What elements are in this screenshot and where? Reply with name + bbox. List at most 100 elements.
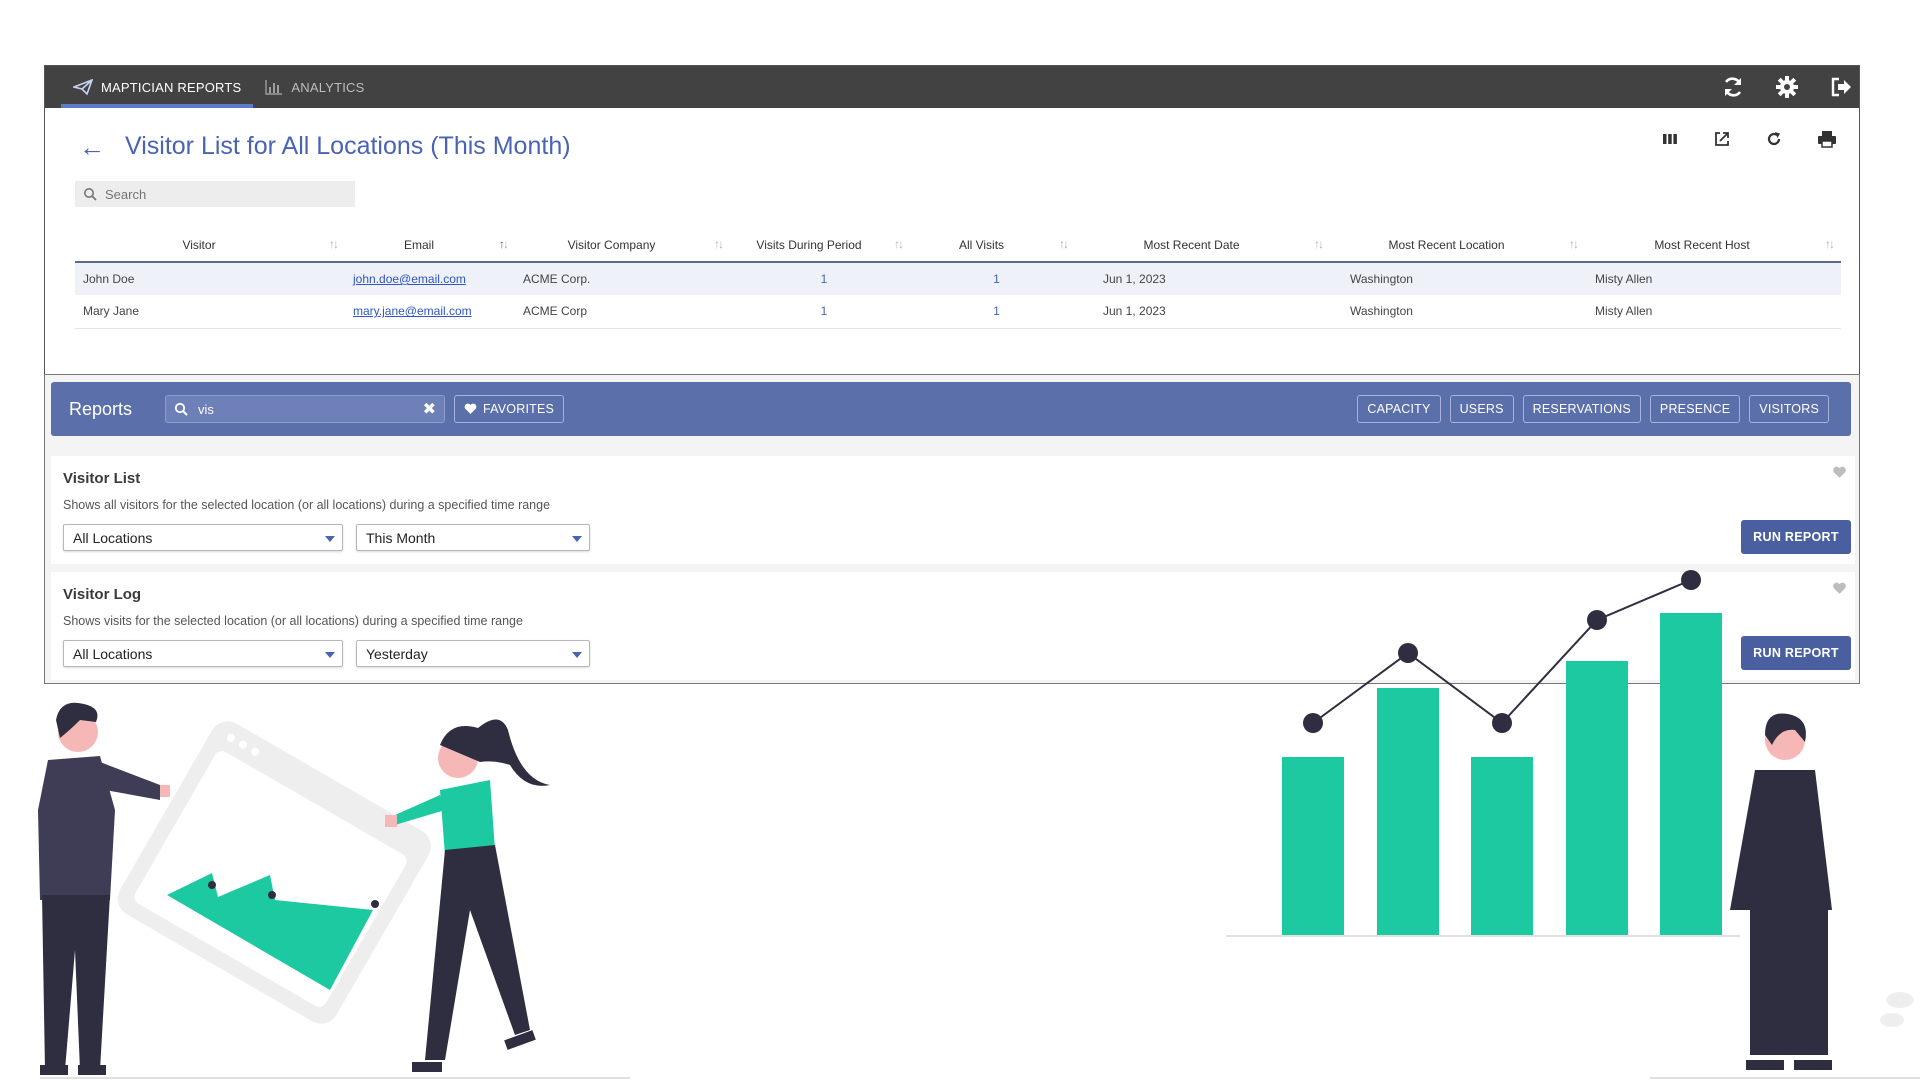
export-icon[interactable] <box>1713 130 1731 148</box>
column-header-recent-date[interactable]: Most Recent Date ↑↓ <box>1075 228 1330 263</box>
favorites-button[interactable]: FAVORITES <box>454 395 565 423</box>
tab-analytics[interactable]: ANALYTICS <box>253 66 376 108</box>
reports-header-bar: Reports ✖ FAVORITES CAPACITY USERS RESER… <box>51 382 1851 436</box>
reload-icon[interactable] <box>1765 130 1783 148</box>
table-header-row: Visitor ↑↓ Email ↑↓ Visitor Company ↑↓ Visi… <box>75 228 1841 263</box>
search-icon <box>84 188 97 201</box>
column-label: All Visits <box>958 237 1005 252</box>
location-select[interactable]: All Locations <box>63 640 343 667</box>
sort-icon[interactable]: ↑↓ <box>1314 237 1324 251</box>
favorite-heart-icon[interactable] <box>1832 582 1847 595</box>
gear-icon[interactable] <box>1775 75 1799 99</box>
column-header-recent-host[interactable]: Most Recent Host ↑↓ <box>1585 228 1841 263</box>
page-title: Visitor List for All Locations (This Mon… <box>125 132 571 160</box>
report-name: Visitor Log <box>63 586 142 603</box>
cell-recent-date: Jun 1, 2023 <box>1075 295 1330 329</box>
report-filter[interactable]: ✖ <box>165 395 445 423</box>
refresh-icon[interactable] <box>1721 75 1745 99</box>
location-select[interactable]: All Locations <box>63 524 343 551</box>
report-card-visitor-log: Visitor Log Shows visits for the selecte… <box>51 572 1855 680</box>
sign-out-icon[interactable] <box>1829 75 1853 99</box>
caret-down-icon <box>325 536 335 542</box>
cell-recent-location: Washington <box>1330 262 1585 295</box>
column-label: Most Recent Date <box>1143 237 1240 252</box>
back-arrow-icon[interactable]: ← <box>79 134 119 160</box>
cell-recent-location: Washington <box>1330 295 1585 329</box>
column-label: Most Recent Location <box>1388 237 1505 252</box>
column-header-recent-location[interactable]: Most Recent Location ↑↓ <box>1330 228 1585 263</box>
people-with-chart-illustration <box>38 702 630 1079</box>
email-link[interactable]: john.doe@email.com <box>353 272 466 286</box>
category-capacity-button[interactable]: CAPACITY <box>1357 395 1441 423</box>
cell-all-visits: 1 <box>910 295 1075 329</box>
table-row[interactable]: Mary Jane mary.jane@email.com ACME Corp … <box>75 295 1841 329</box>
cell-visits-period: 1 <box>730 262 910 295</box>
favorites-label: FAVORITES <box>483 402 555 416</box>
column-label: Email <box>403 237 434 252</box>
run-report-button[interactable]: RUN REPORT <box>1741 636 1851 670</box>
time-range-value: This Month <box>366 529 436 546</box>
columns-icon[interactable] <box>1661 131 1679 147</box>
category-buttons: CAPACITY USERS RESERVATIONS PRESENCE VIS… <box>1357 395 1851 423</box>
sort-icon[interactable]: ↑↓ <box>1059 237 1069 251</box>
paper-plane-icon <box>73 79 93 95</box>
column-header-visits-period[interactable]: Visits During Period ↑↓ <box>730 228 910 263</box>
caret-down-icon <box>572 652 582 658</box>
nav-actions <box>1721 66 1859 108</box>
report-description: Shows visits for the selected location (… <box>63 614 523 628</box>
cell-company: ACME Corp <box>515 295 730 329</box>
tab-label: MAPTICIAN REPORTS <box>101 79 242 95</box>
time-range-value: Yesterday <box>366 645 428 662</box>
time-range-select[interactable]: This Month <box>356 524 590 551</box>
column-header-visitor[interactable]: Visitor ↑↓ <box>75 228 345 263</box>
column-header-company[interactable]: Visitor Company ↑↓ <box>515 228 730 263</box>
caret-down-icon <box>325 652 335 658</box>
location-value: All Locations <box>73 529 153 546</box>
column-label: Visitor <box>182 237 216 252</box>
clear-icon[interactable]: ✖ <box>423 399 436 419</box>
top-navigation: MAPTICIAN REPORTS ANALYTICS <box>45 66 1859 108</box>
column-header-all-visits[interactable]: All Visits ↑↓ <box>910 228 1075 263</box>
search-icon <box>174 402 188 416</box>
reports-panel: Reports ✖ FAVORITES CAPACITY USERS RESER… <box>44 374 1860 684</box>
sort-icon[interactable]: ↑↓ <box>1825 237 1835 251</box>
sort-icon[interactable]: ↑↓ <box>1569 237 1579 251</box>
column-label: Most Recent Host <box>1654 237 1750 252</box>
cell-visitor: Mary Jane <box>75 295 345 329</box>
column-header-email[interactable]: Email ↑↓ <box>345 228 515 263</box>
email-link[interactable]: mary.jane@email.com <box>353 304 472 318</box>
report-filter-input[interactable] <box>198 401 413 417</box>
category-presence-button[interactable]: PRESENCE <box>1649 395 1741 423</box>
run-report-button[interactable]: RUN REPORT <box>1741 520 1851 554</box>
sort-icon[interactable]: ↑↓ <box>714 237 724 251</box>
cell-visitor: John Doe <box>75 262 345 295</box>
category-users-button[interactable]: USERS <box>1449 395 1514 423</box>
sort-icon[interactable]: ↑↓ <box>329 237 339 251</box>
tab-maptician-reports[interactable]: MAPTICIAN REPORTS <box>61 66 254 108</box>
cell-visits-period: 1 <box>730 295 910 329</box>
table-row[interactable]: John Doe john.doe@email.com ACME Corp. 1… <box>75 262 1841 295</box>
category-reservations-button[interactable]: RESERVATIONS <box>1522 395 1641 423</box>
visitor-list-window: MAPTICIAN REPORTS ANALYTICS ← Visitor Li… <box>44 65 1860 375</box>
search-input[interactable] <box>105 186 345 202</box>
tab-label: ANALYTICS <box>291 79 365 95</box>
print-icon[interactable] <box>1817 130 1837 148</box>
favorite-heart-icon[interactable] <box>1832 466 1847 479</box>
time-range-select[interactable]: Yesterday <box>356 640 590 667</box>
table-search[interactable] <box>75 181 355 207</box>
cell-company: ACME Corp. <box>515 262 730 295</box>
sort-icon[interactable]: ↑↓ <box>894 237 904 251</box>
caret-down-icon <box>572 536 582 542</box>
bar-chart-icon <box>265 80 283 95</box>
sort-ascending-icon[interactable]: ↑↓ <box>499 237 509 251</box>
cell-recent-date: Jun 1, 2023 <box>1075 262 1330 295</box>
report-name: Visitor List <box>63 470 141 487</box>
location-value: All Locations <box>73 645 153 662</box>
reports-title: Reports <box>69 398 133 419</box>
cell-recent-host: Misty Allen <box>1585 262 1841 295</box>
visitor-table: Visitor ↑↓ Email ↑↓ Visitor Company ↑↓ Visi… <box>75 228 1841 329</box>
category-visitors-button[interactable]: VISITORS <box>1749 395 1829 423</box>
report-card-visitor-list: Visitor List Shows all visitors for the … <box>51 456 1855 564</box>
column-label: Visitor Company <box>567 237 656 252</box>
report-description: Shows all visitors for the selected loca… <box>63 498 551 512</box>
